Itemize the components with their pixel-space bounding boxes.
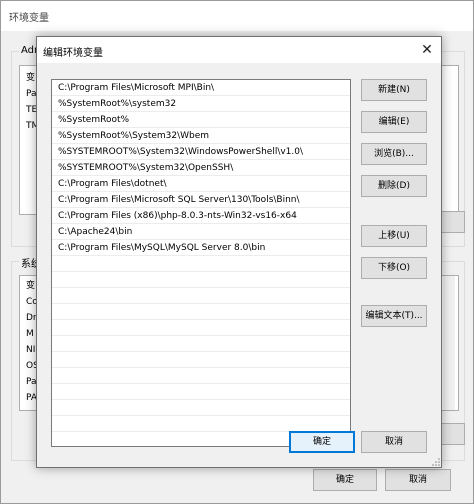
path-row-6[interactable]: C:\Program Files\dotnet\	[52, 176, 350, 192]
empty-row[interactable]	[52, 288, 350, 304]
outer-titlebar: 环境变量	[1, 1, 473, 31]
dialog-title: 编辑环境变量	[43, 48, 103, 59]
path-row-3[interactable]: %SystemRoot%\System32\Wbem	[52, 128, 350, 144]
outer-ok-button[interactable]: 确定	[313, 469, 377, 491]
path-row-1[interactable]: %SystemRoot%\system32	[52, 96, 350, 112]
new-button[interactable]: 新建(N)	[361, 79, 427, 101]
edit-button[interactable]: 编辑(E)	[361, 111, 427, 133]
outer-window-title: 环境变量	[9, 13, 49, 24]
empty-row[interactable]	[52, 272, 350, 288]
empty-row[interactable]	[52, 352, 350, 368]
system-delete-button-partial[interactable]	[441, 423, 465, 445]
path-row-5[interactable]: %SYSTEMROOT%\System32\OpenSSH\	[52, 160, 350, 176]
empty-row[interactable]	[52, 400, 350, 416]
path-row-7[interactable]: C:\Program Files\Microsoft SQL Server\13…	[52, 192, 350, 208]
path-row-0[interactable]: C:\Program Files\Microsoft MPI\Bin\	[52, 80, 350, 96]
empty-row[interactable]	[52, 368, 350, 384]
close-icon[interactable]: ✕	[417, 40, 437, 60]
resize-grip-icon[interactable]	[431, 457, 441, 467]
browse-button[interactable]: 浏览(B)...	[361, 143, 427, 165]
dialog-titlebar: 编辑环境变量 ✕	[37, 37, 441, 63]
path-row-9[interactable]: C:\Apache24\bin	[52, 224, 350, 240]
empty-row[interactable]	[52, 304, 350, 320]
empty-row[interactable]	[52, 384, 350, 400]
delete-button[interactable]: 删除(D)	[361, 175, 427, 197]
outer-cancel-button[interactable]: 取消	[385, 469, 451, 491]
path-row-4[interactable]: %SYSTEMROOT%\System32\WindowsPowerShell\…	[52, 144, 350, 160]
dialog-ok-button[interactable]: 确定	[289, 431, 355, 453]
path-row-8[interactable]: C:\Program Files (x86)\php-8.0.3-nts-Win…	[52, 208, 350, 224]
path-row-2[interactable]: %SystemRoot%	[52, 112, 350, 128]
edit-environment-variable-dialog: 编辑环境变量 ✕ C:\Program Files\Microsoft MPI\…	[36, 36, 442, 468]
edit-text-button[interactable]: 编辑文本(T)...	[361, 305, 427, 327]
user-delete-button-partial[interactable]	[441, 211, 465, 233]
empty-row[interactable]	[52, 336, 350, 352]
dialog-cancel-button[interactable]: 取消	[361, 431, 427, 453]
path-row-10[interactable]: C:\Program Files\MySQL\MySQL Server 8.0\…	[52, 240, 350, 256]
move-up-button[interactable]: 上移(U)	[361, 225, 427, 247]
empty-row[interactable]	[52, 416, 350, 432]
move-down-button[interactable]: 下移(O)	[361, 257, 427, 279]
path-list[interactable]: C:\Program Files\Microsoft MPI\Bin\ %Sys…	[51, 79, 351, 447]
empty-row[interactable]	[52, 256, 350, 272]
system-list-scrollbar[interactable]	[443, 276, 455, 410]
empty-row[interactable]	[52, 320, 350, 336]
